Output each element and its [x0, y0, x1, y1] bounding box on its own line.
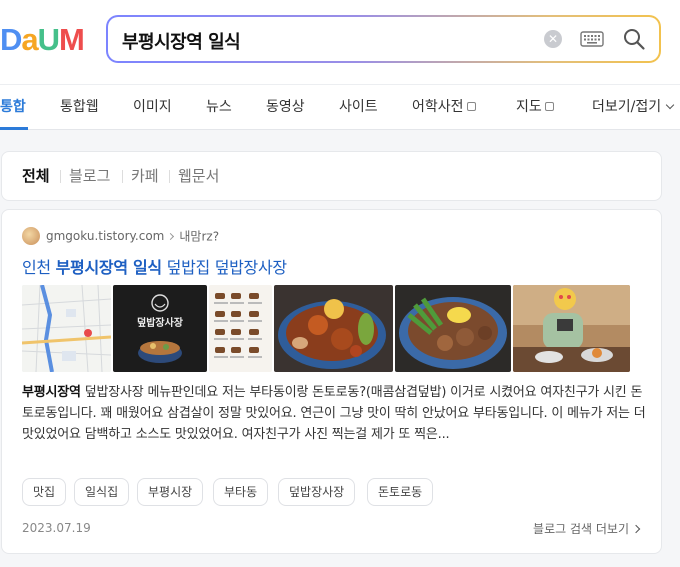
search-box: 부평시장역 일식 ✕	[106, 15, 661, 63]
active-tab-indicator	[0, 127, 28, 130]
logo-letter-u: U	[37, 22, 60, 57]
thumbnail-people-photo[interactable]	[513, 285, 630, 372]
tab-dictionary-label: 어학사전	[412, 99, 464, 115]
tab-bar: 통합 통합웹 이미지 뉴스 동영상 사이트 어학사전 지도 더보기/접기	[0, 84, 680, 130]
logo-letter-a: a	[21, 22, 38, 57]
result-title[interactable]: 인천 부평시장역 일식 덮밥집 덮밥장사장	[22, 254, 287, 278]
tab-map-label: 지도	[516, 99, 542, 115]
blog-more-link[interactable]: 블로그 검색 더보기	[533, 520, 641, 537]
daum-logo[interactable]: DaUM	[0, 22, 85, 57]
header: DaUM 부평시장역 일식 ✕	[0, 0, 680, 84]
tab-integrated-web[interactable]: 통합웹	[60, 97, 99, 117]
snippet-highlight: 부평시장역	[22, 385, 81, 400]
thumbnail-butadong-bowl[interactable]	[395, 285, 511, 372]
tag-chip[interactable]: 돈토로동	[367, 478, 434, 506]
tag-chip[interactable]: 맛집	[22, 478, 67, 506]
search-result-card: gmgoku.tistory.com 내맘rz? 인천 부평시장역 일식 덮밥집 …	[1, 209, 662, 554]
tag-chip[interactable]: 부타동	[213, 478, 269, 506]
title-highlight: 부평시장역 일식	[55, 258, 163, 277]
logo-letter-m: M	[59, 22, 85, 57]
tag-chip[interactable]: 일식집	[74, 478, 130, 506]
divider	[169, 170, 170, 183]
tab-integrated[interactable]: 통합	[0, 97, 26, 117]
search-input-wrapper: 부평시장역 일식 ✕	[108, 17, 659, 61]
tab-site[interactable]: 사이트	[339, 97, 378, 117]
result-snippet: 부평시장역 덮밥장사장 메뉴판인데요 저는 부타동이랑 돈토로동?(매콤삼겹덮밥…	[22, 382, 647, 445]
chevron-right-icon	[167, 232, 175, 240]
filter-all[interactable]: 전체	[22, 166, 50, 186]
keyboard-icon[interactable]	[580, 30, 604, 48]
snippet-text: 덮밥장사장 메뉴판인데요 저는 부타동이랑 돈토로동?(매콤삼겹덮밥) 이거로 …	[22, 385, 646, 442]
thumbnail-restaurant-sign[interactable]: 덮밥장사장	[113, 285, 207, 372]
source-domain: gmgoku.tistory.com	[46, 229, 165, 243]
post-date: 2023.07.19	[22, 521, 91, 535]
clear-icon[interactable]: ✕	[544, 30, 562, 48]
external-link-icon	[544, 102, 554, 111]
search-input[interactable]: 부평시장역 일식	[122, 28, 241, 54]
chevron-down-icon	[665, 100, 675, 110]
tab-more-label: 더보기/접기	[592, 99, 662, 115]
tab-more[interactable]: 더보기/접기	[592, 97, 675, 117]
thumbnail-map[interactable]	[22, 285, 111, 372]
filter-blog[interactable]: 블로그	[69, 166, 110, 186]
search-icon[interactable]	[622, 27, 646, 51]
tab-news[interactable]: 뉴스	[206, 97, 232, 117]
filter-web-doc[interactable]: 웹문서	[178, 166, 219, 186]
tab-map[interactable]: 지도	[516, 97, 554, 117]
filter-cafe[interactable]: 카페	[131, 166, 159, 186]
filter-card: 전체 블로그 카페 웹문서	[1, 151, 662, 201]
logo-letter-d: D	[0, 22, 22, 57]
tag-chip[interactable]: 덮밥장사장	[278, 478, 356, 506]
source-row[interactable]: gmgoku.tistory.com 내맘rz?	[22, 227, 219, 245]
blog-more-label: 블로그 검색 더보기	[533, 522, 629, 536]
thumbnail-dontoro-bowl[interactable]	[274, 285, 393, 372]
tab-video[interactable]: 동영상	[266, 97, 305, 117]
blog-favicon	[22, 227, 40, 245]
divider	[122, 170, 123, 183]
external-link-icon	[466, 102, 476, 111]
chevron-right-icon	[631, 524, 641, 534]
divider	[60, 170, 61, 183]
title-prefix: 인천	[22, 258, 56, 277]
sign-text: 덮밥장사장	[137, 316, 184, 329]
tag-chip[interactable]: 부평시장	[137, 478, 204, 506]
tab-image[interactable]: 이미지	[133, 97, 172, 117]
thumbnail-menu[interactable]	[209, 285, 272, 372]
title-suffix: 덮밥집 덮밥장사장	[161, 258, 287, 277]
tab-dictionary[interactable]: 어학사전	[412, 97, 476, 117]
source-name: 내맘rz?	[179, 229, 220, 244]
